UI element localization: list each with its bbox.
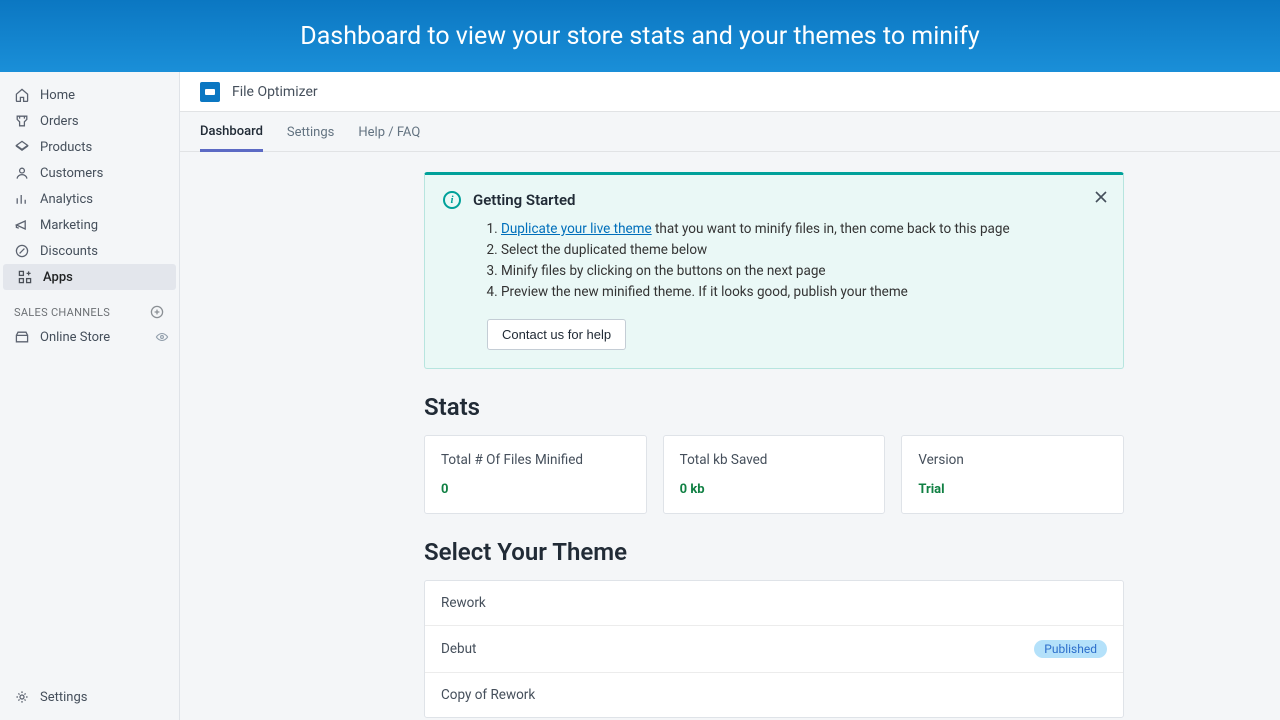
sidebar-item-label: Marketing xyxy=(40,218,98,233)
step3-text: Minify files by clicking on the buttons … xyxy=(501,261,1105,282)
products-icon xyxy=(14,139,30,155)
stats-heading: Stats xyxy=(424,393,1124,421)
contact-button[interactable]: Contact us for help xyxy=(487,319,626,350)
sidebar-item-discounts[interactable]: Discounts xyxy=(0,238,179,264)
stats-row: Total # Of Files Minified 0 Total kb Sav… xyxy=(424,435,1124,514)
stat-card-version: Version Trial xyxy=(901,435,1124,514)
banner-title: Dashboard to view your store stats and y… xyxy=(300,22,979,51)
sidebar: Home Orders Products Customers Analytics… xyxy=(0,72,180,720)
orders-icon xyxy=(14,113,30,129)
sidebar-item-label: Home xyxy=(40,88,75,103)
online-store-icon xyxy=(14,329,30,345)
sidebar-item-online-store[interactable]: Online Store xyxy=(0,324,179,350)
sidebar-item-label: Discounts xyxy=(40,244,98,259)
stat-label: Total kb Saved xyxy=(680,452,869,468)
home-icon xyxy=(14,87,30,103)
discounts-icon xyxy=(14,243,30,259)
getting-started-steps: Duplicate your live theme that you want … xyxy=(501,219,1105,303)
add-channel-icon[interactable] xyxy=(149,304,165,320)
themes-heading: Select Your Theme xyxy=(424,538,1124,566)
app-title-bar: File Optimizer xyxy=(180,72,1280,112)
sidebar-item-label: Analytics xyxy=(40,192,93,207)
sidebar-item-label: Customers xyxy=(40,166,103,181)
sidebar-item-products[interactable]: Products xyxy=(0,134,179,160)
close-icon[interactable] xyxy=(1093,189,1109,205)
sales-channels-header: SALES CHANNELS xyxy=(0,290,179,324)
stat-label: Total # Of Files Minified xyxy=(441,452,630,468)
theme-row[interactable]: Rework xyxy=(425,581,1123,626)
duplicate-theme-link[interactable]: Duplicate your live theme xyxy=(501,221,652,237)
stat-value: 0 xyxy=(441,482,630,497)
hero-banner: Dashboard to view your store stats and y… xyxy=(0,0,1280,72)
published-badge: Published xyxy=(1034,640,1107,658)
stat-label: Version xyxy=(918,452,1107,468)
sidebar-item-label: Orders xyxy=(40,114,79,129)
theme-list: Rework Debut Published Copy of Rework xyxy=(424,580,1124,718)
customers-icon xyxy=(14,165,30,181)
tab-settings[interactable]: Settings xyxy=(287,113,334,150)
theme-name: Rework xyxy=(441,595,486,611)
theme-name: Copy of Rework xyxy=(441,687,535,703)
panel-title: Getting Started xyxy=(473,191,575,209)
getting-started-panel: i Getting Started Duplicate your live th… xyxy=(424,172,1124,369)
view-store-icon[interactable] xyxy=(155,330,169,344)
sidebar-item-marketing[interactable]: Marketing xyxy=(0,212,179,238)
tab-dashboard[interactable]: Dashboard xyxy=(200,112,263,152)
app-name: File Optimizer xyxy=(232,84,318,100)
stat-value: Trial xyxy=(918,482,1107,497)
sidebar-item-customers[interactable]: Customers xyxy=(0,160,179,186)
sidebar-item-apps[interactable]: Apps xyxy=(3,264,176,290)
sidebar-item-label: Apps xyxy=(43,270,73,285)
apps-icon xyxy=(17,269,33,285)
sidebar-item-settings[interactable]: Settings xyxy=(0,684,179,710)
sidebar-item-label: Settings xyxy=(40,690,87,705)
main: File Optimizer Dashboard Settings Help /… xyxy=(180,72,1280,720)
app-logo-icon xyxy=(200,82,220,102)
theme-name: Debut xyxy=(441,641,476,657)
channels-header-label: SALES CHANNELS xyxy=(14,306,110,319)
theme-row[interactable]: Debut Published xyxy=(425,626,1123,673)
stat-card-files: Total # Of Files Minified 0 xyxy=(424,435,647,514)
marketing-icon xyxy=(14,217,30,233)
content-scroll: i Getting Started Duplicate your live th… xyxy=(180,152,1280,720)
step2-text: Select the duplicated theme below xyxy=(501,240,1105,261)
sidebar-item-home[interactable]: Home xyxy=(0,82,179,108)
analytics-icon xyxy=(14,191,30,207)
theme-row[interactable]: Copy of Rework xyxy=(425,673,1123,717)
step4-text: Preview the new minified theme. If it lo… xyxy=(501,282,1105,303)
gear-icon xyxy=(14,689,30,705)
sidebar-item-orders[interactable]: Orders xyxy=(0,108,179,134)
sidebar-item-label: Products xyxy=(40,140,92,155)
info-icon: i xyxy=(443,191,461,209)
sidebar-item-label: Online Store xyxy=(40,330,110,345)
sidebar-item-analytics[interactable]: Analytics xyxy=(0,186,179,212)
stat-value: 0 kb xyxy=(680,482,869,497)
tab-help[interactable]: Help / FAQ xyxy=(358,113,420,150)
tab-bar: Dashboard Settings Help / FAQ xyxy=(180,112,1280,152)
step1-text: that you want to minify files in, then c… xyxy=(652,221,1010,237)
stat-card-kb: Total kb Saved 0 kb xyxy=(663,435,886,514)
